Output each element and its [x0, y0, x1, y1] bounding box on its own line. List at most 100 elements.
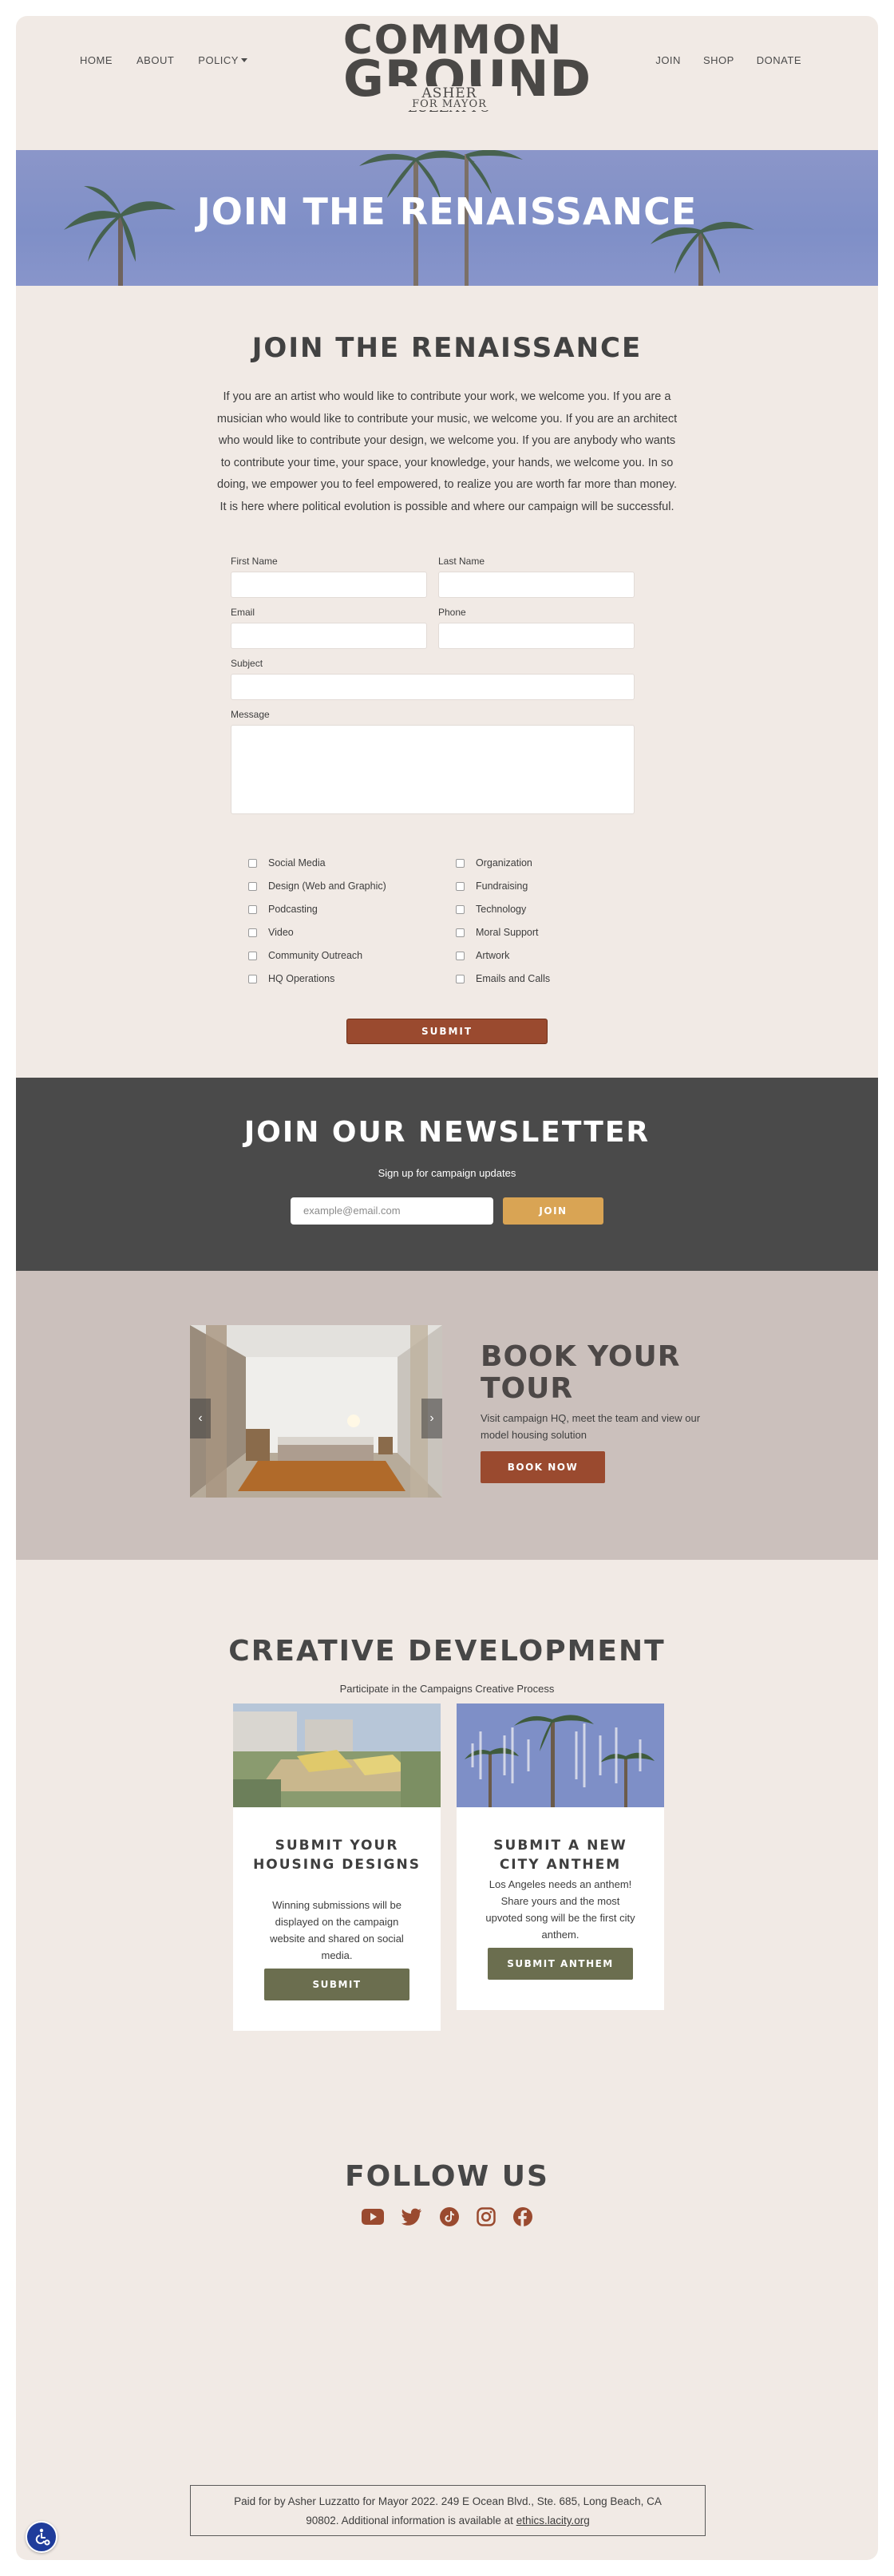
- checkbox-label: Video: [268, 927, 294, 938]
- logo-line4: FOR MAYOR: [405, 99, 493, 110]
- interest-checkbox[interactable]: Emails and Calls: [456, 973, 550, 984]
- footer-line2: 90802. Additional information is availab…: [191, 2511, 705, 2530]
- hero-banner: JOIN THE RENAISSANCE: [16, 150, 878, 286]
- newsletter-email-input[interactable]: example@email.com: [291, 1197, 493, 1225]
- twitter-icon[interactable]: [402, 2208, 422, 2226]
- anthem-card-text: Los Angeles needs an anthem! Share yours…: [485, 1878, 635, 1941]
- slide-next-button[interactable]: ›: [421, 1399, 442, 1438]
- tour-slideshow: ‹ ›: [190, 1325, 442, 1498]
- slide-prev-button[interactable]: ‹: [190, 1399, 211, 1438]
- message-textarea[interactable]: [231, 725, 635, 814]
- checkbox-label: Social Media: [268, 857, 326, 869]
- join-title: JOIN THE RENAISSANCE: [251, 332, 643, 364]
- nav-home[interactable]: HOME: [80, 54, 113, 66]
- newsletter-title: JOIN OUR NEWSLETTER: [243, 1116, 651, 1149]
- checkbox-label: Design (Web and Graphic): [268, 880, 386, 892]
- tour-title-line2: TOUR: [481, 1372, 574, 1405]
- first-name-field[interactable]: [231, 572, 427, 598]
- ethics-link[interactable]: ethics.lacity.org: [516, 2515, 590, 2527]
- submit-designs-button[interactable]: SUBMIT: [264, 1969, 409, 2000]
- nav-left: HOME ABOUT POLICY: [80, 54, 271, 66]
- nav-right: JOIN SHOP DONATE: [633, 54, 801, 66]
- housing-card-text: Winning submissions will be displayed on…: [270, 1899, 404, 1961]
- submit-button[interactable]: SUBMIT: [346, 1019, 548, 1044]
- site-header: HOME ABOUT POLICY COMMON GROUND ASHER LU…: [16, 16, 878, 150]
- checkbox-label: Technology: [476, 904, 527, 915]
- checkbox-box[interactable]: [248, 951, 257, 960]
- checkbox-label: Artwork: [476, 950, 510, 961]
- checkbox-label: HQ Operations: [268, 973, 335, 984]
- follow-title: FOLLOW US: [345, 2160, 549, 2193]
- nav-shop[interactable]: SHOP: [703, 54, 734, 66]
- footer-line2-text: 90802. Additional information is availab…: [306, 2515, 516, 2527]
- housing-card-image: [233, 1703, 441, 1807]
- newsletter-join-button[interactable]: JOIN: [503, 1197, 603, 1225]
- accessibility-widget-button[interactable]: [26, 2521, 57, 2553]
- interest-checkbox[interactable]: HQ Operations: [248, 973, 334, 984]
- anthem-card-title: SUBMIT A NEW CITY ANTHEM: [493, 1838, 627, 1873]
- nav-policy[interactable]: POLICY: [198, 54, 247, 66]
- checkbox-box[interactable]: [456, 904, 465, 914]
- city-anthem-card: SUBMIT A NEW CITY ANTHEM Los Angeles nee…: [457, 1703, 664, 2010]
- checkbox-box[interactable]: [248, 928, 257, 937]
- site-logo[interactable]: COMMON GROUND ASHER LUZZATTO FOR MAYOR: [343, 16, 591, 128]
- phone-field[interactable]: [438, 623, 635, 649]
- message-label: Message: [231, 709, 270, 720]
- nav-join[interactable]: JOIN: [655, 54, 681, 66]
- last-name-label: Last Name: [438, 556, 485, 567]
- instagram-icon[interactable]: [477, 2207, 496, 2226]
- subject-label: Subject: [231, 658, 263, 669]
- interest-checkbox[interactable]: Organization: [456, 857, 532, 869]
- checkbox-label: Fundraising: [476, 880, 528, 892]
- checkbox-label: Moral Support: [476, 927, 539, 938]
- interest-checkbox[interactable]: Community Outreach: [248, 950, 362, 961]
- checkbox-box[interactable]: [248, 904, 257, 914]
- hero-title: JOIN THE RENAISSANCE: [196, 190, 698, 233]
- checkbox-label: Emails and Calls: [476, 973, 551, 984]
- nav-about[interactable]: ABOUT: [136, 54, 174, 66]
- housing-designs-card: SUBMIT YOUR HOUSING DESIGNS Winning subm…: [233, 1703, 441, 2031]
- newsletter-subtitle: Sign up for campaign updates: [378, 1167, 516, 1179]
- phone-label: Phone: [438, 607, 466, 618]
- interest-checkbox[interactable]: Design (Web and Graphic): [248, 880, 386, 892]
- footer-line1: Paid for by Asher Luzzatto for Mayor 202…: [234, 2495, 662, 2507]
- social-links: [351, 2205, 543, 2229]
- email-field[interactable]: [231, 623, 427, 649]
- checkbox-box[interactable]: [456, 928, 465, 937]
- facebook-icon[interactable]: [513, 2207, 532, 2226]
- housing-card-title: SUBMIT YOUR HOUSING DESIGNS: [253, 1838, 421, 1873]
- interest-checkbox[interactable]: Technology: [456, 904, 526, 915]
- checkbox-box[interactable]: [248, 974, 257, 983]
- chevron-left-icon: ‹: [198, 1411, 203, 1425]
- interest-checkbox[interactable]: Video: [248, 927, 294, 938]
- checkbox-box[interactable]: [456, 951, 465, 960]
- interest-checkbox[interactable]: Fundraising: [456, 880, 528, 892]
- last-name-field[interactable]: [438, 572, 635, 598]
- nav-policy-label: POLICY: [198, 54, 239, 66]
- checkbox-box[interactable]: [456, 974, 465, 983]
- checkbox-box[interactable]: [456, 881, 465, 891]
- checkbox-label: Community Outreach: [268, 950, 363, 961]
- submit-anthem-button[interactable]: SUBMIT ANTHEM: [488, 1948, 633, 1980]
- interest-checkbox[interactable]: Moral Support: [456, 927, 539, 938]
- accessibility-icon: [35, 2528, 50, 2546]
- youtube-icon[interactable]: [362, 2209, 384, 2225]
- tour-section: ‹ › BOOK YOUR TOUR Visit campaign HQ, mee…: [16, 1271, 878, 1560]
- interest-checkbox[interactable]: Social Media: [248, 857, 326, 869]
- checkbox-box[interactable]: [248, 858, 257, 868]
- checkbox-box[interactable]: [456, 858, 465, 868]
- subject-field[interactable]: [231, 674, 635, 700]
- tour-title-line1: BOOK YOUR: [481, 1340, 681, 1373]
- checkbox-box[interactable]: [248, 881, 257, 891]
- first-name-label: First Name: [231, 556, 278, 567]
- interest-checkbox[interactable]: Podcasting: [248, 904, 318, 915]
- room-photo: [190, 1325, 442, 1498]
- creative-title: CREATIVE DEVELOPMENT: [228, 1635, 666, 1668]
- interest-checkbox[interactable]: Artwork: [456, 950, 509, 961]
- creative-subtitle: Participate in the Campaigns Creative Pr…: [339, 1683, 555, 1695]
- caret-down-icon: [240, 58, 247, 62]
- tiktok-icon[interactable]: [440, 2207, 459, 2226]
- book-now-button[interactable]: BOOK NOW: [481, 1451, 605, 1483]
- join-description: If you are an artist who would like to c…: [216, 390, 678, 513]
- nav-donate[interactable]: DONATE: [757, 54, 801, 66]
